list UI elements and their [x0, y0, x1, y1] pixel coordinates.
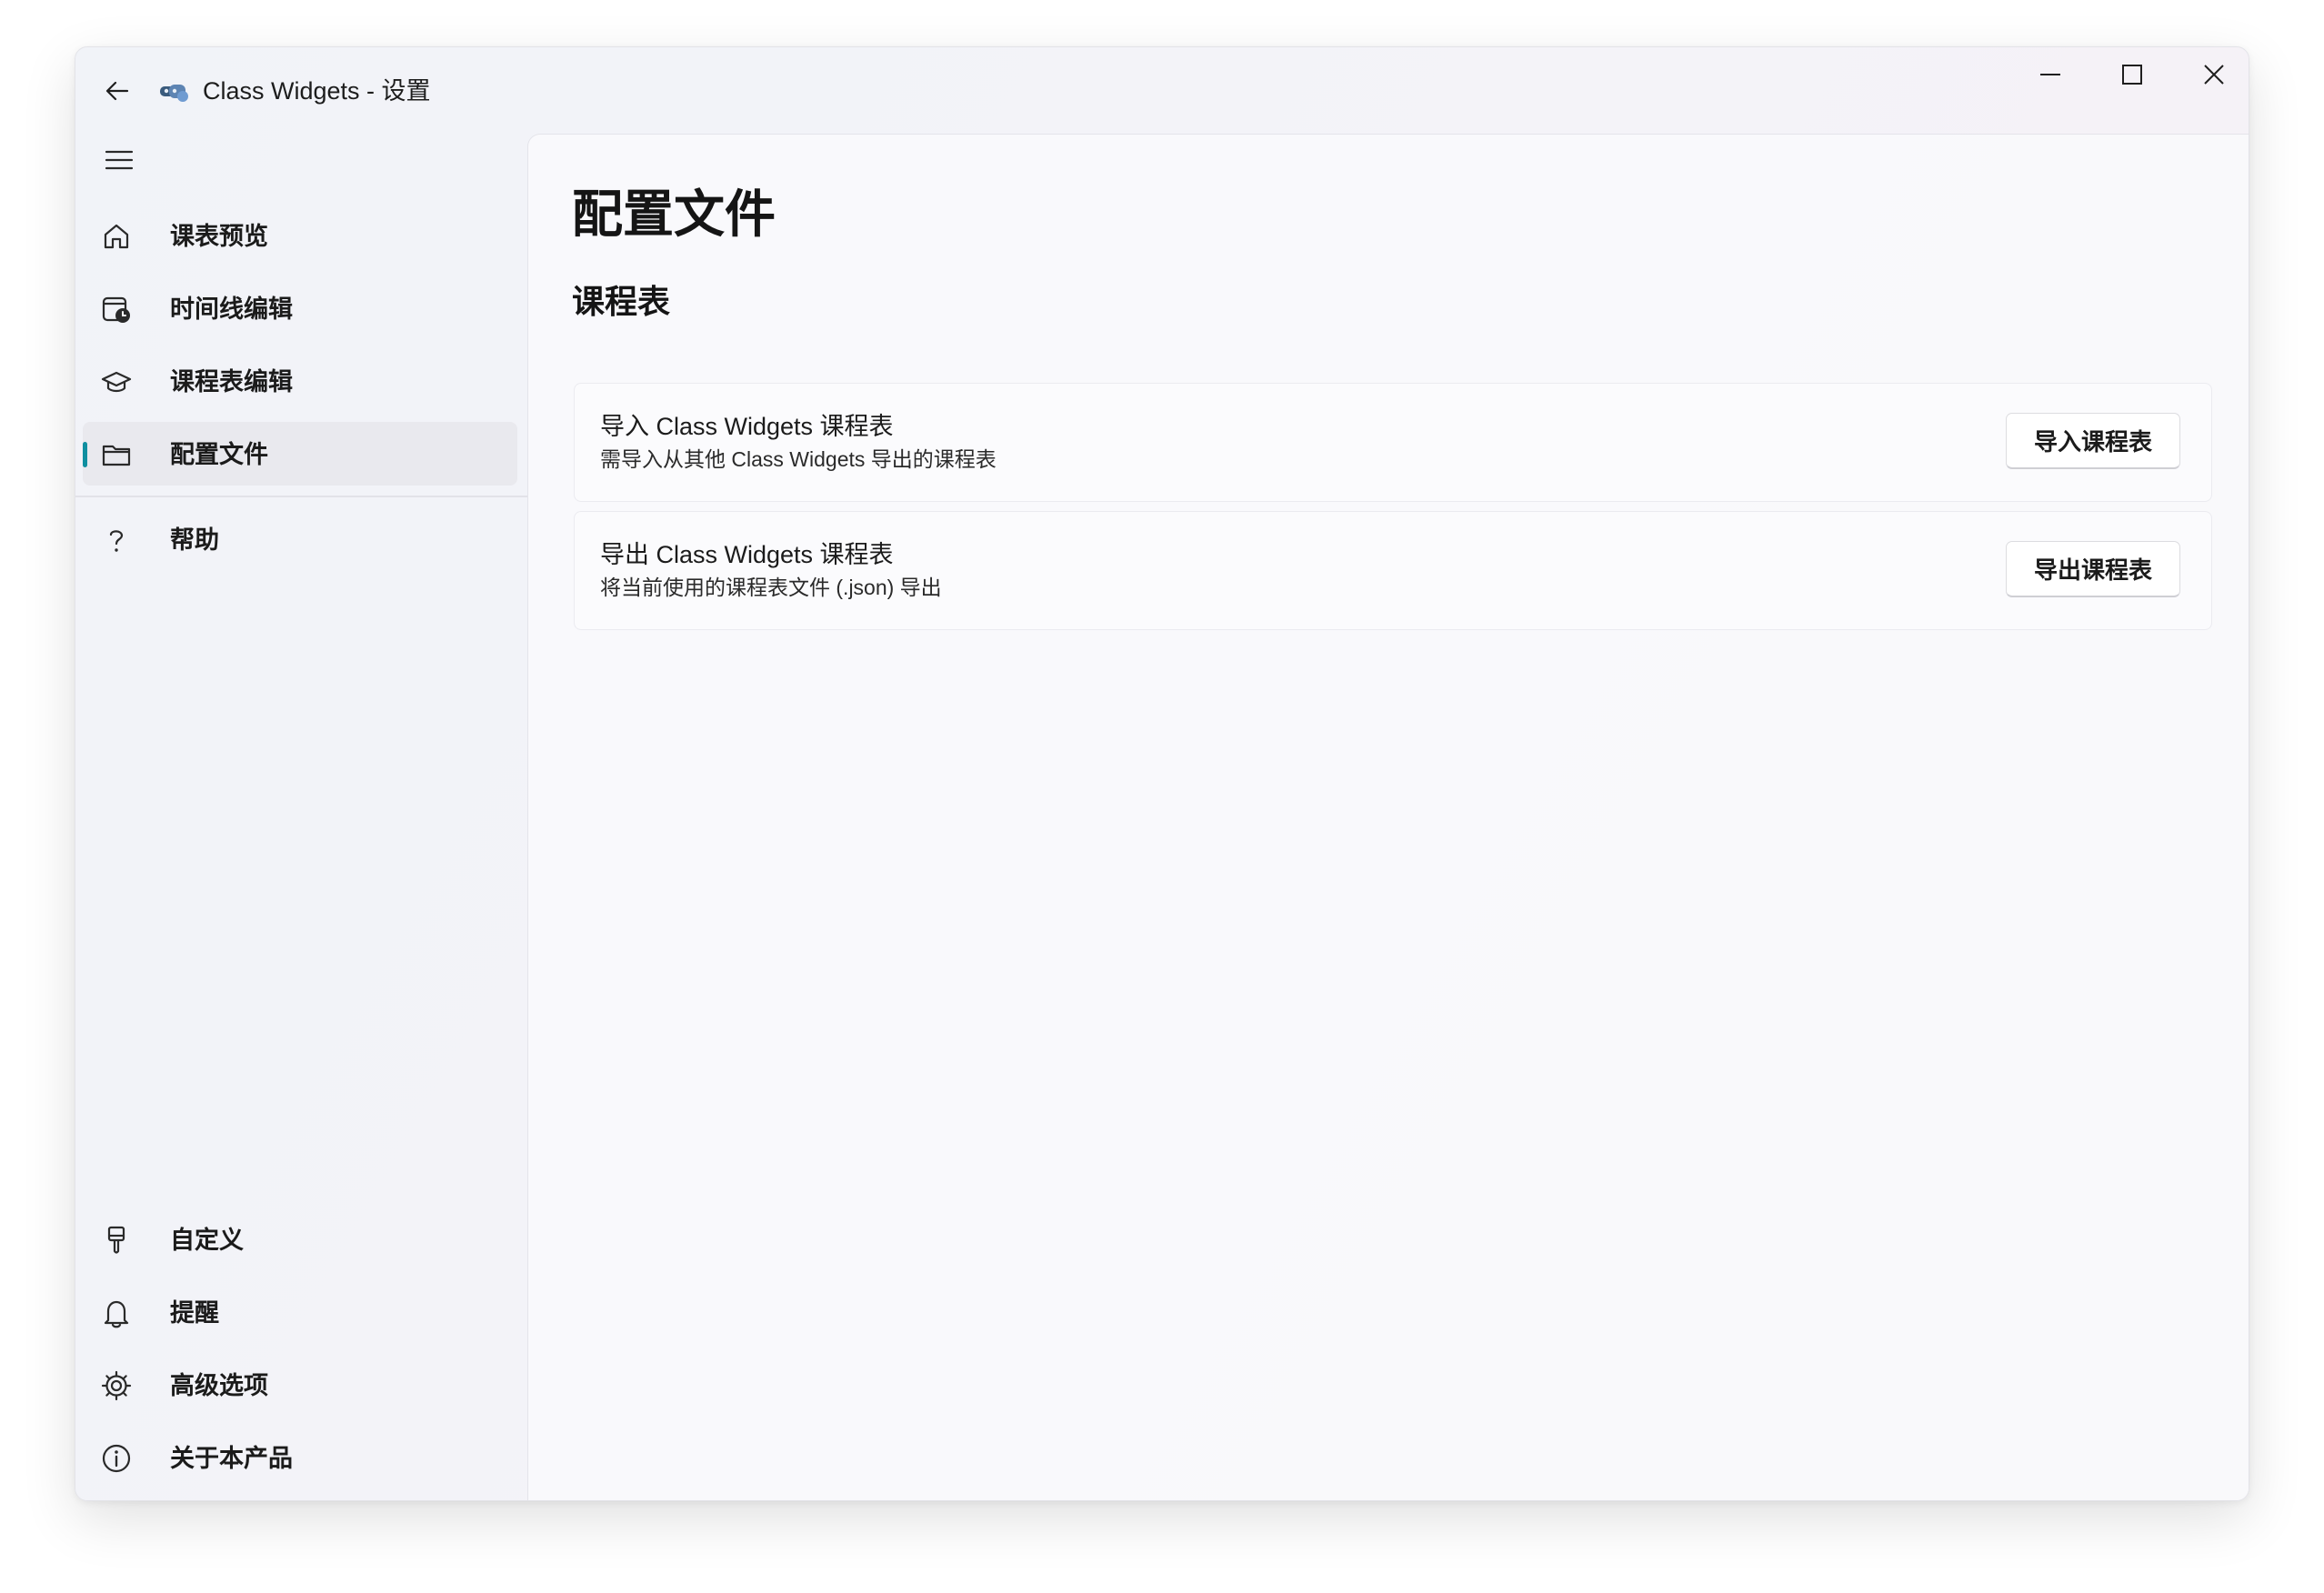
bell-icon — [101, 1297, 132, 1328]
sidebar-item-label: 课程表编辑 — [170, 368, 293, 396]
sidebar-item-schedule-edit[interactable]: 课程表编辑 — [83, 349, 517, 413]
sidebar-item-customize[interactable]: 自定义 — [83, 1207, 517, 1271]
window-title: Class Widgets - 设置 — [203, 77, 431, 105]
sidebar-item-reminders[interactable]: 提醒 — [83, 1280, 517, 1344]
minimize-button[interactable] — [2010, 47, 2090, 102]
section-title: 课程表 — [572, 283, 671, 320]
folder-icon — [101, 439, 132, 470]
maximize-button[interactable] — [2092, 47, 2172, 102]
import-schedule-card: 导入 Class Widgets 课程表 需导入从其他 Class Widget… — [574, 383, 2212, 502]
paintbrush-icon — [101, 1225, 132, 1256]
nav-separator — [75, 496, 527, 497]
settings-window: Class Widgets - 设置 课表预览 时间线编辑 课程表编辑 配置文件… — [75, 46, 2249, 1501]
nav-menu-toggle-button[interactable] — [92, 133, 146, 187]
sidebar-item-label: 关于本产品 — [170, 1445, 293, 1472]
sidebar-item-timeline-edit[interactable]: 时间线编辑 — [83, 276, 517, 340]
close-icon — [2204, 65, 2224, 85]
sidebar-item-about[interactable]: 关于本产品 — [83, 1426, 517, 1489]
content-pane: 配置文件 课程表 导入 Class Widgets 课程表 需导入从其他 Cla… — [527, 134, 2249, 1500]
app-logo-icon — [160, 85, 188, 102]
question-icon — [101, 525, 132, 556]
import-schedule-button[interactable]: 导入课程表 — [2006, 413, 2180, 469]
sidebar-item-help[interactable]: 帮助 — [83, 507, 517, 571]
sidebar-item-schedule-preview[interactable]: 课表预览 — [83, 204, 517, 267]
hamburger-menu-icon — [105, 150, 134, 170]
calendar-clock-icon — [101, 294, 132, 325]
home-icon — [101, 221, 132, 252]
close-button[interactable] — [2174, 47, 2249, 102]
sidebar-item-label: 提醒 — [170, 1299, 219, 1327]
sidebar-item-advanced[interactable]: 高级选项 — [83, 1353, 517, 1417]
card-description: 需导入从其他 Class Widgets 导出的课程表 — [600, 447, 997, 471]
sidebar-item-label: 课表预览 — [170, 223, 268, 250]
selection-indicator — [83, 442, 87, 467]
gear-icon — [101, 1370, 132, 1401]
title-bar: Class Widgets - 设置 — [75, 47, 2249, 134]
card-title: 导入 Class Widgets 课程表 — [600, 413, 894, 440]
sidebar-item-label: 高级选项 — [170, 1372, 268, 1399]
sidebar-item-label: 配置文件 — [170, 441, 268, 468]
sidebar-item-config-files[interactable]: 配置文件 — [83, 422, 517, 486]
sidebar-item-label: 帮助 — [170, 526, 219, 554]
graduation-cap-icon — [101, 366, 132, 397]
minimize-icon — [2040, 74, 2060, 75]
arrow-left-icon — [105, 81, 129, 101]
maximize-icon — [2122, 65, 2142, 85]
card-description: 将当前使用的课程表文件 (.json) 导出 — [600, 576, 942, 599]
info-icon — [101, 1443, 132, 1474]
page-title: 配置文件 — [572, 185, 776, 243]
export-schedule-card: 导出 Class Widgets 课程表 将当前使用的课程表文件 (.json)… — [574, 511, 2212, 630]
sidebar-item-label: 时间线编辑 — [170, 296, 293, 323]
back-button[interactable] — [92, 67, 143, 115]
export-schedule-button[interactable]: 导出课程表 — [2006, 541, 2180, 597]
card-title: 导出 Class Widgets 课程表 — [600, 541, 894, 568]
sidebar-item-label: 自定义 — [170, 1227, 244, 1254]
